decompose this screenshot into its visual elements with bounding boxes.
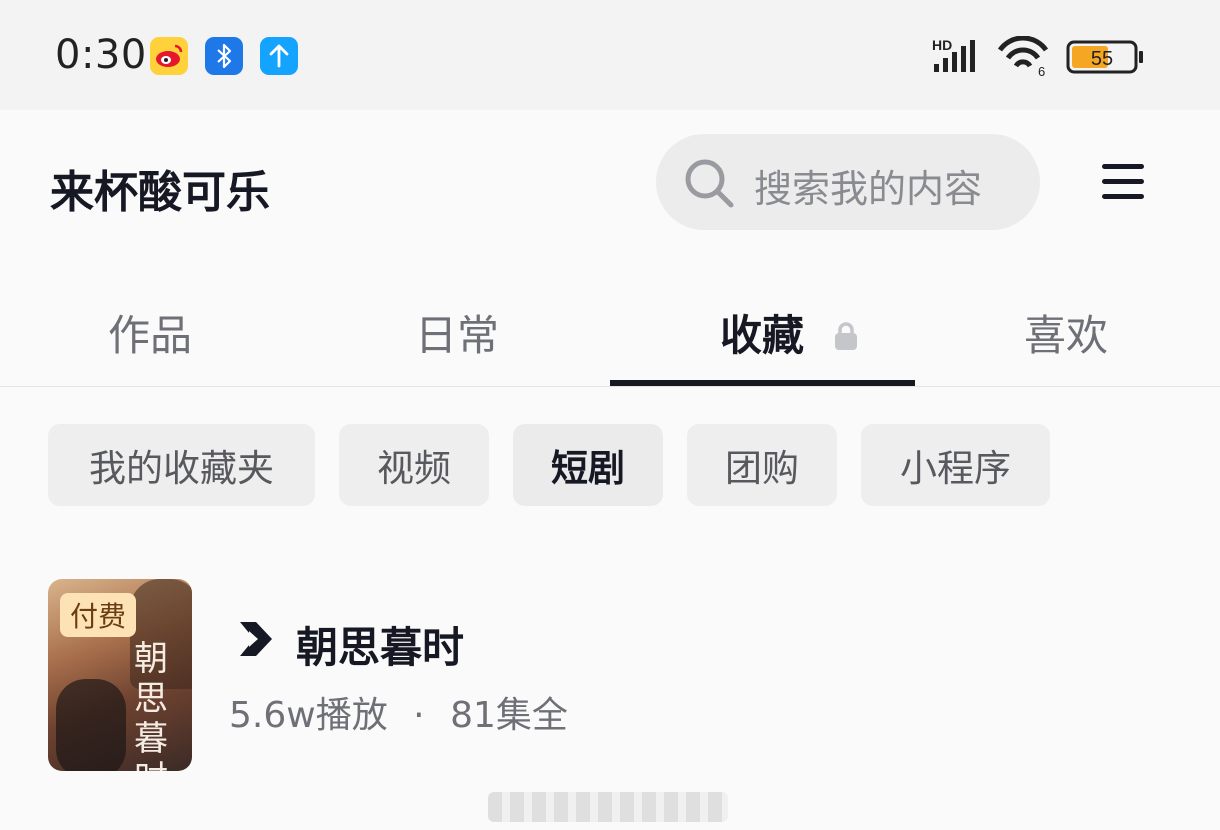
tab-favorites[interactable]: 收藏 [720,302,859,363]
status-time: 0:30 [55,32,147,78]
tab-label: 收藏 [720,311,805,360]
paid-badge: 付费 [60,593,137,637]
chip-my-folders[interactable]: 我的收藏夹 [48,424,315,506]
username: 来杯酸可乐 [50,167,270,218]
short-drama-icon [240,622,272,656]
episode-count: 81集全 [450,695,568,736]
svg-text:6: 6 [1038,64,1045,78]
chip-label: 短剧 [551,447,625,490]
drama-cover-image[interactable]: 朝思暮时 付费 [48,579,192,771]
profile-tabs: 作品 日常 收藏 喜欢 [0,270,1220,387]
drama-title: 朝思暮时 [296,623,465,672]
chip-videos[interactable]: 视频 [339,424,489,506]
weibo-icon [150,37,188,75]
blurred-text [488,792,728,822]
drama-meta: 5.6w播放 · 81集全 [229,686,568,738]
tab-daily[interactable]: 日常 [415,302,499,363]
tab-label: 喜欢 [1024,311,1109,360]
tab-works[interactable]: 作品 [108,302,192,363]
lock-icon [834,321,857,350]
tab-label: 日常 [415,311,500,360]
signal-icon: HD [932,37,975,72]
bluetooth-icon [205,37,243,75]
tab-likes[interactable]: 喜欢 [1024,302,1108,363]
chip-label: 视频 [377,447,451,490]
wifi-icon: 6 [997,36,1049,78]
poster-figure [56,679,126,771]
chip-label: 小程序 [900,447,1011,490]
upload-icon [260,37,298,75]
battery-level: 55 [1091,48,1113,70]
chip-mini-programs[interactable]: 小程序 [861,424,1050,506]
network-label: HD [932,37,952,53]
chip-group-buy[interactable]: 团购 [687,424,837,506]
search-icon [685,159,734,208]
chip-label: 团购 [725,447,799,490]
search-placeholder: 搜索我的内容 [754,167,983,211]
tab-label: 作品 [108,311,193,360]
status-bar: 0:30 HD 6 55 [0,0,1220,110]
battery-icon: 55 [1066,40,1143,74]
menu-icon[interactable] [1100,162,1146,202]
poster-title-art: 朝思暮时 [134,639,168,771]
active-tab-indicator [610,380,915,386]
search-input[interactable]: 搜索我的内容 [656,134,1040,230]
play-count: 5.6w播放 [229,695,388,736]
chip-label: 我的收藏夹 [89,447,274,490]
meta-separator: · [413,695,425,736]
profile-header: 来杯酸可乐 搜索我的内容 [0,110,1220,270]
chip-short-drama[interactable]: 短剧 [513,424,663,506]
